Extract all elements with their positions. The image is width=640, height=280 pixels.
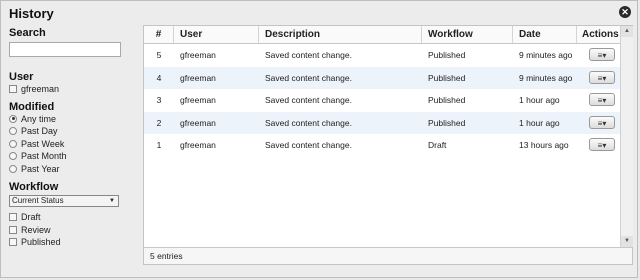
checkbox[interactable] (9, 213, 17, 222)
workflow-select[interactable]: Current Status ▼ (9, 195, 119, 207)
dialog-title: History (9, 6, 54, 21)
search-heading: Search (9, 27, 46, 39)
column-header-number[interactable]: # (144, 26, 174, 43)
radio-button[interactable] (9, 114, 17, 123)
close-icon[interactable]: ✕ (619, 6, 631, 18)
checkbox[interactable] (9, 85, 17, 94)
row-description: Saved content change. (265, 95, 352, 105)
row-user: gfreeman (180, 72, 216, 83)
vertical-scrollbar[interactable]: ▲ ▼ (620, 26, 633, 247)
workflow-option-review[interactable]: Review (9, 224, 135, 237)
filter-sidebar: Search User gfreeman Modified Any time P… (9, 27, 135, 249)
column-header-date[interactable]: Date (513, 26, 577, 43)
caret-down-icon: ▼ (109, 198, 115, 204)
row-date: 13 hours ago (519, 140, 569, 150)
table-row[interactable]: 1 gfreeman Saved content change. Draft 1… (144, 134, 620, 157)
row-workflow: Draft (428, 140, 447, 150)
modified-option-past-day[interactable]: Past Day (9, 125, 135, 138)
radio-button[interactable] (9, 139, 17, 148)
workflow-option-label: Draft (21, 212, 41, 223)
row-user: gfreeman (180, 95, 216, 105)
row-user: gfreeman (180, 117, 216, 128)
table-row[interactable]: 5 gfreeman Saved content change. Publish… (144, 44, 620, 67)
modified-option-label: Past Year (21, 163, 60, 174)
row-date: 1 hour ago (519, 95, 560, 105)
modified-option-past-month[interactable]: Past Month (9, 150, 135, 163)
modified-option-label: Past Day (21, 126, 58, 137)
radio-button[interactable] (9, 164, 17, 173)
scroll-up-icon[interactable]: ▲ (621, 26, 633, 37)
column-header-actions: Actions (582, 29, 619, 40)
checkbox[interactable] (9, 225, 17, 234)
row-workflow: Published (428, 50, 466, 60)
row-actions-menu-button[interactable]: ≡▾ (589, 115, 615, 129)
row-description: Saved content change. (265, 72, 352, 83)
column-header-workflow[interactable]: Workflow (422, 26, 513, 43)
radio-button[interactable] (9, 127, 17, 136)
user-option-gfreeman[interactable]: gfreeman (9, 83, 135, 96)
row-number: 1 (156, 140, 162, 150)
column-header-user[interactable]: User (174, 26, 259, 43)
table-row[interactable]: 3 gfreeman Saved content change. Publish… (144, 89, 620, 112)
table-footer-count: 5 entries (144, 247, 632, 264)
row-number: 3 (156, 95, 162, 105)
row-user: gfreeman (180, 140, 216, 150)
table-row[interactable]: 2 gfreeman Saved content change. Publish… (144, 111, 620, 134)
scroll-down-icon[interactable]: ▼ (621, 236, 633, 247)
history-table-panel: # User Description Workflow Date Actions… (143, 25, 633, 265)
row-date: 1 hour ago (519, 117, 560, 128)
row-actions-menu-button[interactable]: ≡▾ (589, 138, 615, 151)
row-description: Saved content change. (265, 140, 352, 150)
row-workflow: Published (428, 95, 466, 105)
workflow-option-draft[interactable]: Draft (9, 211, 135, 224)
user-option-label: gfreeman (21, 84, 60, 95)
workflow-select-value: Current Status (12, 196, 64, 205)
row-number: 2 (156, 117, 162, 128)
row-user: gfreeman (180, 50, 216, 60)
workflow-heading: Workflow (9, 181, 59, 193)
radio-button[interactable] (9, 152, 17, 161)
modified-option-label: Any time (21, 113, 57, 124)
row-actions-menu-button[interactable]: ≡▾ (589, 70, 615, 84)
modified-option-any-time[interactable]: Any time (9, 113, 135, 126)
modified-option-label: Past Month (21, 151, 67, 162)
workflow-option-label: Review (21, 224, 51, 235)
modified-option-past-year[interactable]: Past Year (9, 163, 135, 176)
table-row[interactable]: 4 gfreeman Saved content change. Publish… (144, 66, 620, 89)
workflow-option-published[interactable]: Published (9, 236, 135, 249)
row-actions-menu-button[interactable]: ≡▾ (589, 48, 615, 61)
modified-option-label: Past Week (21, 138, 65, 149)
row-workflow: Published (428, 117, 466, 128)
row-description: Saved content change. (265, 117, 352, 128)
row-date: 9 minutes ago (519, 50, 573, 60)
workflow-option-label: Published (21, 237, 61, 248)
modified-heading: Modified (9, 100, 55, 113)
row-actions-menu-button[interactable]: ≡▾ (589, 93, 615, 106)
history-dialog: History ✕ Search User gfreeman Modified … (0, 0, 638, 278)
checkbox[interactable] (9, 238, 17, 247)
column-header-description[interactable]: Description (259, 26, 422, 43)
user-heading: User (9, 71, 34, 83)
table-header: # User Description Workflow Date Actions (144, 26, 620, 44)
row-description: Saved content change. (265, 50, 352, 60)
row-number: 4 (156, 72, 162, 83)
modified-option-past-week[interactable]: Past Week (9, 138, 135, 151)
row-date: 9 minutes ago (519, 72, 573, 83)
row-number: 5 (156, 50, 162, 60)
search-input[interactable] (9, 42, 121, 57)
row-workflow: Published (428, 72, 466, 83)
